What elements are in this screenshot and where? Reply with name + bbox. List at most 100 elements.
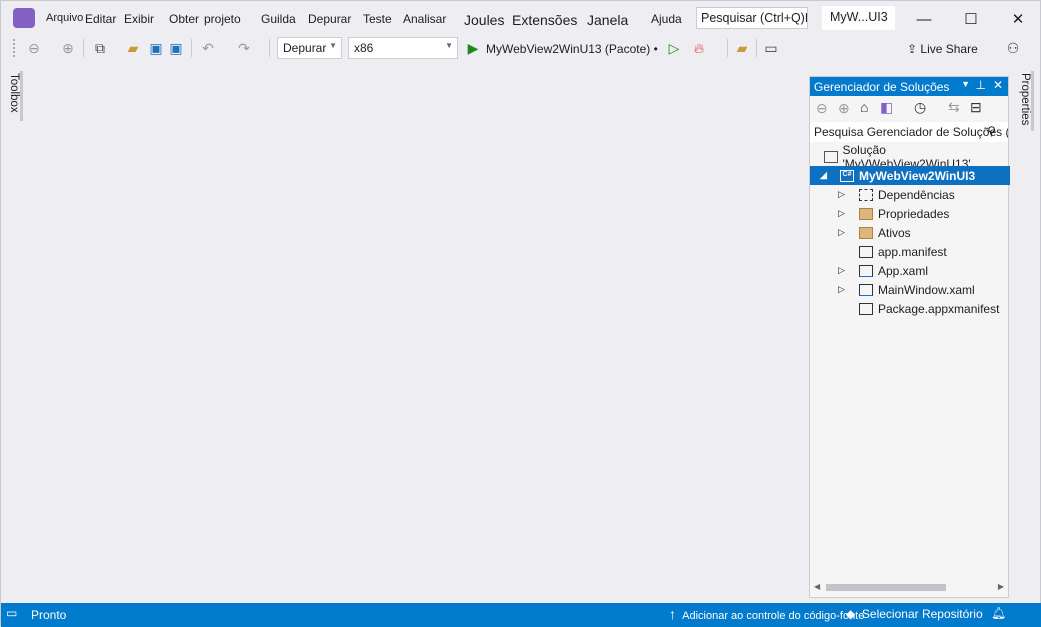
expand-arrow-icon[interactable]: ▷ xyxy=(838,208,845,219)
folder-icon xyxy=(859,226,873,239)
tree-item[interactable]: ▷ Ativos xyxy=(810,223,1010,242)
save-icon[interactable]: ▣ xyxy=(147,39,165,57)
tree-solution[interactable]: Solução 'MyVWebView2WinU13' xyxy=(810,143,1010,171)
expand-arrow-icon[interactable]: ▷ xyxy=(838,265,845,276)
undo-icon[interactable]: ↶ xyxy=(199,39,217,57)
hot-reload-icon[interactable]: 🔥︎ xyxy=(691,39,707,57)
tree-item[interactable]: ▷ Propriedades xyxy=(810,204,1010,223)
search-icon: ⚲ xyxy=(987,124,996,138)
notifications-icon[interactable]: 🔔︎ xyxy=(991,606,1006,620)
configuration-value: Depurar xyxy=(283,41,327,55)
tree-item[interactable]: ▷ Dependências xyxy=(810,185,1010,204)
xaml-file-icon xyxy=(859,264,873,277)
pin-icon[interactable]: ⊥ xyxy=(976,78,986,92)
menu-janela[interactable]: Janela xyxy=(587,12,628,28)
minimize-button[interactable]: — xyxy=(901,5,947,33)
configuration-select[interactable]: Depurar ▼ xyxy=(277,37,342,59)
toolbox-tab[interactable]: Toolbox xyxy=(3,71,23,121)
item-label: Ativos xyxy=(878,225,911,240)
new-project-icon[interactable]: ⧉ xyxy=(90,39,110,57)
forward-icon[interactable]: ⊕ xyxy=(59,39,77,57)
window-layout-icon[interactable]: ▭ xyxy=(762,39,780,57)
start-debug-icon[interactable]: ▶ xyxy=(466,39,480,57)
separator xyxy=(83,39,84,57)
scroll-left-icon[interactable]: ◀ xyxy=(814,582,820,591)
vs-logo xyxy=(13,8,35,28)
menu-depurar[interactable]: Depurar xyxy=(308,12,351,26)
menu-projeto[interactable]: projeto xyxy=(204,12,241,26)
separator xyxy=(191,39,192,57)
properties-label: Properties xyxy=(1019,73,1031,126)
open-folder-icon[interactable]: ▰ xyxy=(124,39,142,57)
search-box[interactable]: Pesquisar (Ctrl+Q)P xyxy=(696,7,808,29)
sync-icon[interactable]: ⇆ xyxy=(948,99,960,116)
platform-select[interactable]: x86 ▼ xyxy=(348,37,458,59)
run-target-button[interactable]: MyWebView2WinU13 (Pacote) • xyxy=(486,42,658,56)
expand-arrow-icon[interactable]: ▷ xyxy=(838,227,845,238)
collapse-all-icon[interactable]: ⊟ xyxy=(970,99,982,116)
menu-obter[interactable]: Obter xyxy=(169,12,199,26)
tree-item[interactable]: ▷ App.xaml xyxy=(810,261,1010,280)
menu-editar[interactable]: Editar xyxy=(85,12,116,26)
panel-title: Gerenciador de Soluções xyxy=(814,80,950,94)
item-label: App.xaml xyxy=(878,263,929,278)
home-icon[interactable]: ⌂ xyxy=(860,99,868,115)
menu-joules[interactable]: Joules xyxy=(464,12,504,28)
switch-views-icon[interactable]: ◧ xyxy=(880,99,893,116)
forward-icon[interactable]: ⊕ xyxy=(838,100,850,117)
menu-teste[interactable]: Teste xyxy=(363,12,392,26)
redo-icon[interactable]: ↷ xyxy=(235,39,253,57)
solution-icon xyxy=(824,150,838,163)
tree-item[interactable]: Package.appxmanifest xyxy=(810,299,1010,318)
live-share-button[interactable]: ⇪ Live Share xyxy=(907,42,978,56)
collapse-arrow-icon[interactable]: ◢ xyxy=(820,170,827,181)
menu-analisar[interactable]: Analisar xyxy=(403,12,446,26)
search-placeholder: Pesquisa Gerenciador de Soluções (Ctrl* xyxy=(814,125,1008,139)
properties-tab[interactable]: Properties xyxy=(1014,71,1034,131)
repo-label: Selecionar Repositório xyxy=(861,607,983,621)
separator xyxy=(727,39,728,57)
pending-changes-icon[interactable]: ◷ xyxy=(914,99,926,116)
expand-arrow-icon[interactable]: ▷ xyxy=(838,284,845,295)
find-in-files-icon[interactable]: ▰ xyxy=(733,39,751,57)
solution-search-input[interactable]: Pesquisa Gerenciador de Soluções (Ctrl* … xyxy=(810,122,1008,142)
git-icon: ◆ xyxy=(846,607,856,621)
select-repo-button[interactable]: ◆ Selecionar Repositório xyxy=(846,607,983,621)
toolbar-grip[interactable] xyxy=(13,39,17,57)
toolbox-label: Toolbox xyxy=(8,73,20,113)
menu-arquivo[interactable]: Arquivo xyxy=(46,12,83,24)
dropdown-icon[interactable]: ▼ xyxy=(961,79,970,89)
close-panel-icon[interactable]: ✕ xyxy=(993,78,1003,92)
menu-guilda[interactable]: Guilda xyxy=(261,12,296,26)
scroll-right-icon[interactable]: ▶ xyxy=(998,582,1004,591)
menu-extensoes[interactable]: Extensões xyxy=(512,12,577,28)
menu-ajuda[interactable]: Ajuda xyxy=(651,12,682,26)
tree-project[interactable]: ◢ C# MyWebView2WinUI3 xyxy=(810,166,1010,185)
back-icon[interactable]: ⊖ xyxy=(816,100,828,117)
maximize-button[interactable]: ☐ xyxy=(948,5,994,33)
window-title: MyW...UI3 xyxy=(822,6,895,30)
save-all-icon[interactable]: ▣ xyxy=(167,39,185,57)
csharp-project-icon: C# xyxy=(840,169,854,182)
menu-exibir[interactable]: Exibir xyxy=(124,12,154,26)
appxmanifest-icon xyxy=(859,302,873,315)
scrollbar-thumb[interactable] xyxy=(826,584,946,591)
start-without-debug-icon[interactable]: ▷ xyxy=(667,39,681,57)
back-icon[interactable]: ⊖ xyxy=(25,39,43,57)
tree-item[interactable]: app.manifest xyxy=(810,242,1010,261)
xaml-file-icon xyxy=(859,283,873,296)
feedback-icon[interactable]: ⚇ xyxy=(1004,39,1022,57)
live-share-label: Live Share xyxy=(920,42,978,56)
expand-arrow-icon[interactable]: ▷ xyxy=(838,189,845,200)
solution-explorer-toolbar: ⊖ ⊕ ⌂ ◧ ◷ ⇆ ⊟ xyxy=(810,96,1008,122)
output-icon[interactable]: ▭ xyxy=(6,606,17,620)
item-label: MainWindow.xaml xyxy=(878,282,975,297)
tree-item[interactable]: ▷ MainWindow.xaml xyxy=(810,280,1010,299)
solution-tree: Solução 'MyVWebView2WinU13' ◢ C# MyWebVie… xyxy=(810,142,1010,562)
platform-value: x86 xyxy=(354,41,374,55)
horizontal-scrollbar[interactable]: ◀ ▶ xyxy=(810,579,1008,595)
item-label: Propriedades xyxy=(878,206,950,221)
close-button[interactable]: ✕ xyxy=(995,5,1041,33)
add-source-control-button[interactable]: ↑ Adicionar ao controle do código-fonte xyxy=(669,606,864,622)
source-control-label: Adicionar ao controle do código-fonte xyxy=(682,610,865,622)
